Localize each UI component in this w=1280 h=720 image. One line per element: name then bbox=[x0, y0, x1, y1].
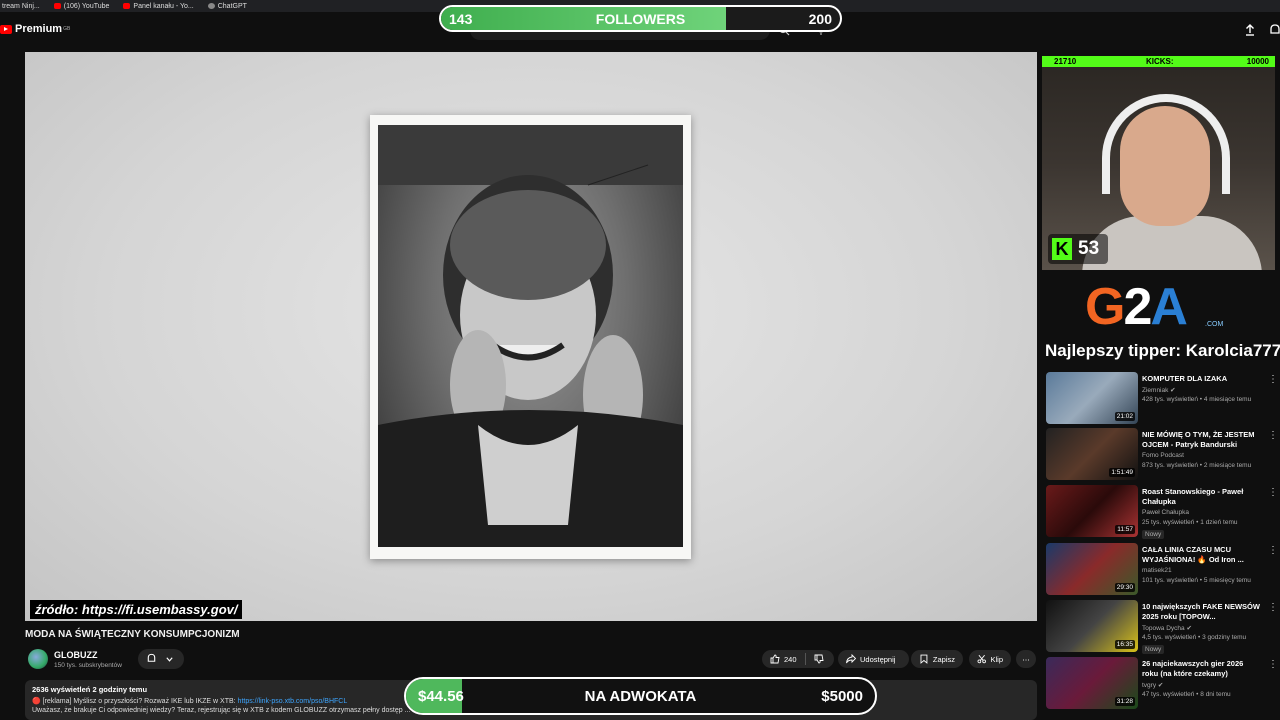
channel-avatar[interactable] bbox=[28, 649, 48, 669]
bookmark-chatgpt[interactable]: ChatGPT bbox=[207, 3, 247, 10]
notifications-bell-icon[interactable] bbox=[1268, 23, 1280, 37]
video-thumbnail[interactable]: 11:57 bbox=[1046, 485, 1138, 537]
portrait-image bbox=[378, 125, 683, 547]
share-icon bbox=[846, 654, 856, 664]
more-options-icon[interactable]: ⋮ bbox=[1268, 430, 1278, 441]
video-meta: 25 tys. wyświetleń • 1 dzień temu bbox=[1142, 519, 1238, 526]
video-thumbnail[interactable]: 16:35 bbox=[1046, 600, 1138, 652]
bookmark-stream-ninja[interactable]: tream Ninj... bbox=[2, 3, 40, 10]
channel-name[interactable]: Paweł Chałupka bbox=[1142, 509, 1189, 516]
donation-goal: $5000 bbox=[821, 688, 863, 705]
followers-title: FOLLOWERS bbox=[595, 11, 686, 27]
channel-name[interactable]: tvgry ✔ bbox=[1142, 681, 1163, 689]
video-title[interactable]: Roast Stanowskiego - Paweł Chałupka bbox=[1142, 487, 1260, 507]
video-title[interactable]: NIE MÓWIĘ O TYM, ŻE JESTEM OJCEM - Patry… bbox=[1142, 430, 1260, 450]
like-dislike-button-group: 240 bbox=[762, 650, 834, 668]
kick-counter: K 53 bbox=[1048, 234, 1108, 264]
new-badge: Nowy bbox=[1142, 530, 1165, 539]
video-meta: 4,5 tys. wyświetleń • 3 godziny temu bbox=[1142, 634, 1247, 641]
followers-current: 143 bbox=[449, 11, 473, 27]
chevron-down-icon bbox=[166, 657, 173, 662]
recommended-video[interactable]: 16:35 10 największych FAKE NEWSÓW 2025 r… bbox=[1046, 600, 1278, 654]
chatgpt-icon bbox=[207, 3, 215, 9]
upload-icon[interactable] bbox=[1243, 23, 1257, 37]
video-meta: 47 tys. wyświetleń • 8 dni temu bbox=[1142, 691, 1231, 698]
clip-button[interactable]: Klip bbox=[969, 650, 1011, 668]
recommended-video[interactable]: 21:02 KOMPUTER DLA IZAKA Ziemniak ✔ 428 … bbox=[1046, 372, 1278, 424]
donation-title: NA ADWOKATA bbox=[584, 688, 697, 705]
new-badge: Nowy bbox=[1142, 645, 1165, 654]
more-options-icon[interactable]: ⋮ bbox=[1268, 545, 1278, 556]
video-thumbnail[interactable]: 1:51:49 bbox=[1046, 428, 1138, 480]
top-tipper-label: Najlepszy tipper: Karolcia777 bbox=[1045, 341, 1280, 360]
source-caption: źródło: https://fi.usembassy.gov/ bbox=[30, 600, 243, 619]
video-meta: 101 tys. wyświetleń • 5 miesięcy temu bbox=[1142, 577, 1251, 584]
view-count-and-date: 2636 wyświetleń 2 godziny temu bbox=[32, 685, 148, 694]
video-thumbnail[interactable]: 29:30 bbox=[1046, 543, 1138, 595]
webcam-overlay: 21710 KICKS: 10000 K 53 bbox=[1042, 56, 1275, 270]
recommended-video[interactable]: 11:57 Roast Stanowskiego - Paweł Chałupk… bbox=[1046, 485, 1278, 539]
more-options-icon[interactable]: ⋮ bbox=[1268, 659, 1278, 670]
thumbs-up-icon[interactable] bbox=[770, 654, 780, 664]
video-title[interactable]: KOMPUTER DLA IZAKA bbox=[1142, 374, 1260, 384]
vintage-photo bbox=[370, 115, 691, 559]
video-thumbnail[interactable]: 31:28 bbox=[1046, 657, 1138, 709]
youtube-icon bbox=[53, 3, 61, 9]
channel-name[interactable]: Fomo Podcast bbox=[1142, 452, 1184, 459]
thumbs-down-icon[interactable] bbox=[814, 654, 824, 664]
video-title: MODA NA ŚWIĄTECZNY KONSUMPCJONIZM bbox=[25, 629, 240, 640]
followers-goal-bar: FOLLOWERS 143 200 bbox=[439, 5, 842, 32]
bookmark-icon bbox=[920, 654, 928, 664]
channel-name[interactable]: GLOBUZZ bbox=[54, 650, 98, 660]
video-thumbnail[interactable]: 21:02 bbox=[1046, 372, 1138, 424]
channel-name[interactable]: Ziemniak ✔ bbox=[1142, 386, 1176, 394]
video-title[interactable]: 26 najciekawszych gier 2026 roku (na któ… bbox=[1142, 659, 1260, 679]
youtube-logo-icon bbox=[0, 24, 12, 34]
recommended-video[interactable]: 1:51:49 NIE MÓWIĘ O TYM, ŻE JESTEM OJCEM… bbox=[1046, 428, 1278, 480]
video-player[interactable]: źródło: https://fi.usembassy.gov/ bbox=[25, 52, 1037, 621]
description-line-1: 🔴 [reklama] Myślisz o przyszłości? Rozwa… bbox=[32, 698, 348, 705]
share-button[interactable]: Udostępnij bbox=[838, 650, 909, 668]
portrait-illustration bbox=[378, 125, 683, 547]
video-title[interactable]: CAŁA LINIA CZASU MCU WYJAŚNIONA! 🔥 Od Ir… bbox=[1142, 545, 1260, 565]
headphones bbox=[1102, 94, 1230, 194]
subscriber-count: 150 tys. subskrybentów bbox=[54, 662, 122, 669]
kicks-goal-bar: 21710 KICKS: 10000 bbox=[1042, 56, 1275, 67]
bell-icon bbox=[147, 653, 156, 662]
bookmark-youtube[interactable]: (106) YouTube bbox=[53, 3, 109, 10]
g2a-logo-suffix: .COM bbox=[1205, 321, 1224, 328]
more-icon: ⋯ bbox=[1022, 654, 1030, 664]
channel-name[interactable]: Topowa Dycha ✔ bbox=[1142, 624, 1192, 632]
more-actions-button[interactable]: ⋯ bbox=[1016, 650, 1036, 668]
video-meta: 873 tys. wyświetleń • 2 miesiące temu bbox=[1142, 462, 1252, 469]
xtb-link[interactable]: https://link-pso.xtb.com/pso/BHFCL bbox=[238, 698, 348, 705]
g2a-logo: G2A bbox=[1085, 278, 1188, 336]
subscription-bell-button[interactable] bbox=[138, 649, 184, 669]
more-options-icon[interactable]: ⋮ bbox=[1268, 487, 1278, 498]
recommended-video[interactable]: 29:30 CAŁA LINIA CZASU MCU WYJAŚNIONA! 🔥… bbox=[1046, 543, 1278, 595]
save-button[interactable]: Zapisz bbox=[911, 650, 963, 668]
channel-name[interactable]: matisek21 bbox=[1142, 567, 1172, 574]
scissors-icon bbox=[977, 654, 986, 664]
kick-logo-icon: K bbox=[1052, 238, 1072, 260]
youtube-premium-logo[interactable]: Premium GB bbox=[0, 23, 70, 35]
bookmark-channel-panel[interactable]: Panel kanału - Yo... bbox=[123, 3, 194, 10]
more-options-icon[interactable]: ⋮ bbox=[1268, 602, 1278, 613]
like-count[interactable]: 240 bbox=[784, 655, 797, 664]
followers-goal: 200 bbox=[808, 11, 832, 27]
divider bbox=[804, 653, 806, 665]
more-options-icon[interactable]: ⋮ bbox=[1268, 374, 1278, 385]
video-meta: 428 tys. wyświetleń • 4 miesiące temu bbox=[1142, 396, 1252, 403]
donation-goal-bar: $44.56 NA ADWOKATA $5000 bbox=[404, 677, 877, 715]
recommended-video[interactable]: 31:28 26 najciekawszych gier 2026 roku (… bbox=[1046, 657, 1278, 709]
youtube-studio-icon bbox=[123, 3, 131, 9]
video-title[interactable]: 10 największych FAKE NEWSÓW 2025 roku [T… bbox=[1142, 602, 1260, 622]
